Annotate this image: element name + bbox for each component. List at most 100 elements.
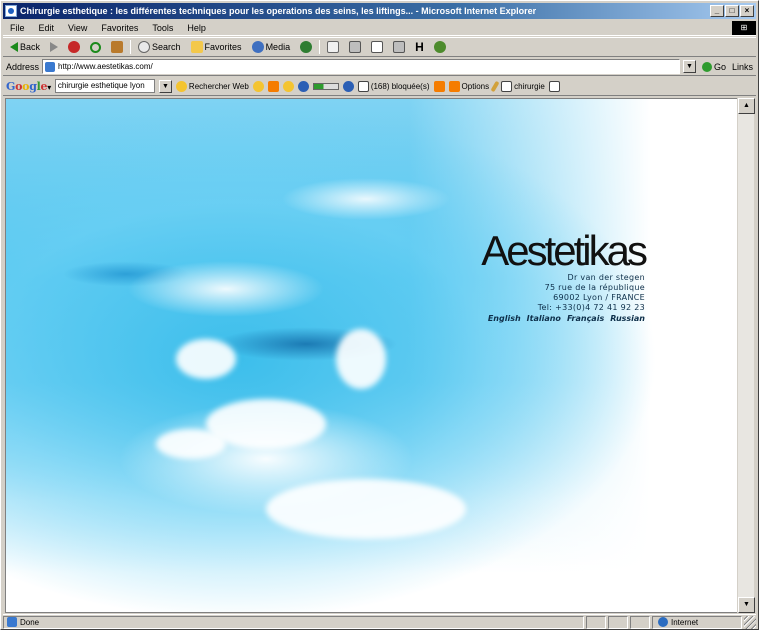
popup-blocker-icon <box>357 80 369 92</box>
popup-blocker-button[interactable]: (168) bloquée(s) <box>357 80 430 92</box>
news-button[interactable] <box>267 80 279 92</box>
search-label: Search <box>152 42 181 52</box>
refresh-button[interactable] <box>87 39 104 55</box>
windows-logo-icon: ⊞ <box>732 20 756 35</box>
highlight-button[interactable] <box>490 80 500 92</box>
mail-button[interactable] <box>324 39 342 55</box>
street-address: 75 rue de la république <box>544 283 645 292</box>
discuss-button[interactable] <box>390 39 408 55</box>
stop-button[interactable] <box>65 39 83 55</box>
messenger-button[interactable] <box>431 39 449 55</box>
scroll-up-button[interactable]: ▲ <box>738 98 755 114</box>
status-bar: Done Internet <box>3 614 756 629</box>
menu-file[interactable]: File <box>3 23 32 33</box>
page-icon <box>45 61 56 72</box>
minimize-button[interactable]: _ <box>710 5 724 17</box>
status-cell <box>586 615 606 629</box>
favorites-button[interactable]: Favorites <box>188 39 245 55</box>
info-button[interactable] <box>297 80 309 92</box>
google-toolbar: Google▾ chirurgie esthetique lyon ▼ Rech… <box>3 77 756 96</box>
doctor-name: Dr van der stegen <box>567 273 645 282</box>
status-cell <box>630 615 650 629</box>
back-button[interactable]: Back <box>7 39 43 55</box>
home-button[interactable] <box>108 39 126 55</box>
media-label: Media <box>265 42 291 52</box>
scroll-down-button[interactable]: ▼ <box>738 597 755 613</box>
lang-link-italiano[interactable]: Italiano <box>527 314 561 323</box>
go-button[interactable]: Go <box>699 61 729 72</box>
site-logo[interactable]: Aestetikas <box>481 229 648 273</box>
language-links: English Italiano Français Russian <box>481 314 645 323</box>
history-icon <box>300 41 313 53</box>
print-button[interactable] <box>346 39 364 55</box>
options-label: Options <box>461 81 490 91</box>
search-web-icon <box>175 80 187 92</box>
autofill-button[interactable] <box>433 80 445 92</box>
smiley-icon <box>282 80 294 92</box>
address-input[interactable]: http://www.aestetikas.com/ <box>42 59 680 74</box>
links-button[interactable]: Links <box>732 62 756 72</box>
page-viewport: Aestetikas Dr van der stegen 75 rue de l… <box>5 98 737 613</box>
site-header: Aestetikas Dr van der stegen 75 rue de l… <box>481 229 648 324</box>
globe-icon <box>658 617 668 627</box>
search-site-button[interactable] <box>252 80 264 92</box>
cloud <box>176 339 236 379</box>
popups-blocked-label: (168) bloquée(s) <box>370 81 430 91</box>
toolbar-separator <box>130 40 132 54</box>
edit-page-icon <box>371 41 384 53</box>
standard-toolbar: Back Search Favorites Media H <box>3 37 756 57</box>
search-icon <box>138 41 151 53</box>
go-label: Go <box>713 61 726 72</box>
search-web-button[interactable]: Rechercher Web <box>175 80 249 92</box>
h-icon: H <box>415 40 424 54</box>
lang-link-russian[interactable]: Russian <box>610 314 645 323</box>
address-dropdown-button[interactable]: ▼ <box>682 60 696 73</box>
media-button[interactable]: Media <box>249 39 294 55</box>
menu-edit[interactable]: Edit <box>32 23 62 33</box>
history-button[interactable] <box>297 39 315 55</box>
browser-window: Chirurgie esthetique : les différentes t… <box>0 0 759 630</box>
lang-link-english[interactable]: English <box>488 314 521 323</box>
mail-icon <box>327 41 340 53</box>
search-button[interactable]: Search <box>135 39 184 55</box>
options-icon <box>448 80 460 92</box>
pagerank-bar-icon <box>312 82 339 90</box>
menu-favorites[interactable]: Favorites <box>94 23 145 33</box>
status-text-panel: Done <box>3 615 584 629</box>
address-bar: Address http://www.aestetikas.com/ ▼ Go … <box>3 58 756 76</box>
maximize-button[interactable]: □ <box>725 5 739 17</box>
page-info-button[interactable] <box>342 80 354 92</box>
vertical-scrollbar[interactable]: ▲ ▼ <box>737 98 755 613</box>
stop-icon <box>68 41 81 53</box>
google-search-input[interactable]: chirurgie esthetique lyon <box>54 79 155 93</box>
menu-bar: File Edit View Favorites Tools Help ⊞ <box>3 20 756 36</box>
smiley-button[interactable] <box>282 80 294 92</box>
media-icon <box>251 41 264 53</box>
city-address: 69002 Lyon / FRANCE <box>553 293 645 302</box>
page-done-icon <box>7 617 17 627</box>
google-logo[interactable]: Google▾ <box>6 80 51 93</box>
google-search-dropdown[interactable]: ▼ <box>158 79 172 93</box>
options-button[interactable]: Options <box>448 80 490 92</box>
pencil-icon <box>490 80 500 92</box>
more-terms-button[interactable] <box>548 80 560 92</box>
edit-button[interactable] <box>368 39 386 55</box>
forward-arrow-icon <box>50 42 59 52</box>
resize-grip[interactable] <box>744 615 756 629</box>
autofill-icon <box>433 80 445 92</box>
menu-tools[interactable]: Tools <box>145 23 180 33</box>
highlight-term-button[interactable]: chirurgie <box>501 80 545 92</box>
news-icon <box>267 80 279 92</box>
phone-number: Tel: +33(0)4 72 41 92 23 <box>537 303 645 312</box>
lang-link-francais[interactable]: Français <box>567 314 604 323</box>
security-zone: Internet <box>652 615 742 629</box>
menu-help[interactable]: Help <box>180 23 213 33</box>
h-button[interactable]: H <box>412 39 427 55</box>
print-icon <box>349 41 362 53</box>
cloud <box>336 329 386 389</box>
target-icon <box>297 80 309 92</box>
menu-view[interactable]: View <box>61 23 94 33</box>
info-icon <box>342 80 354 92</box>
close-button[interactable]: × <box>740 5 754 17</box>
forward-button[interactable] <box>47 39 61 55</box>
